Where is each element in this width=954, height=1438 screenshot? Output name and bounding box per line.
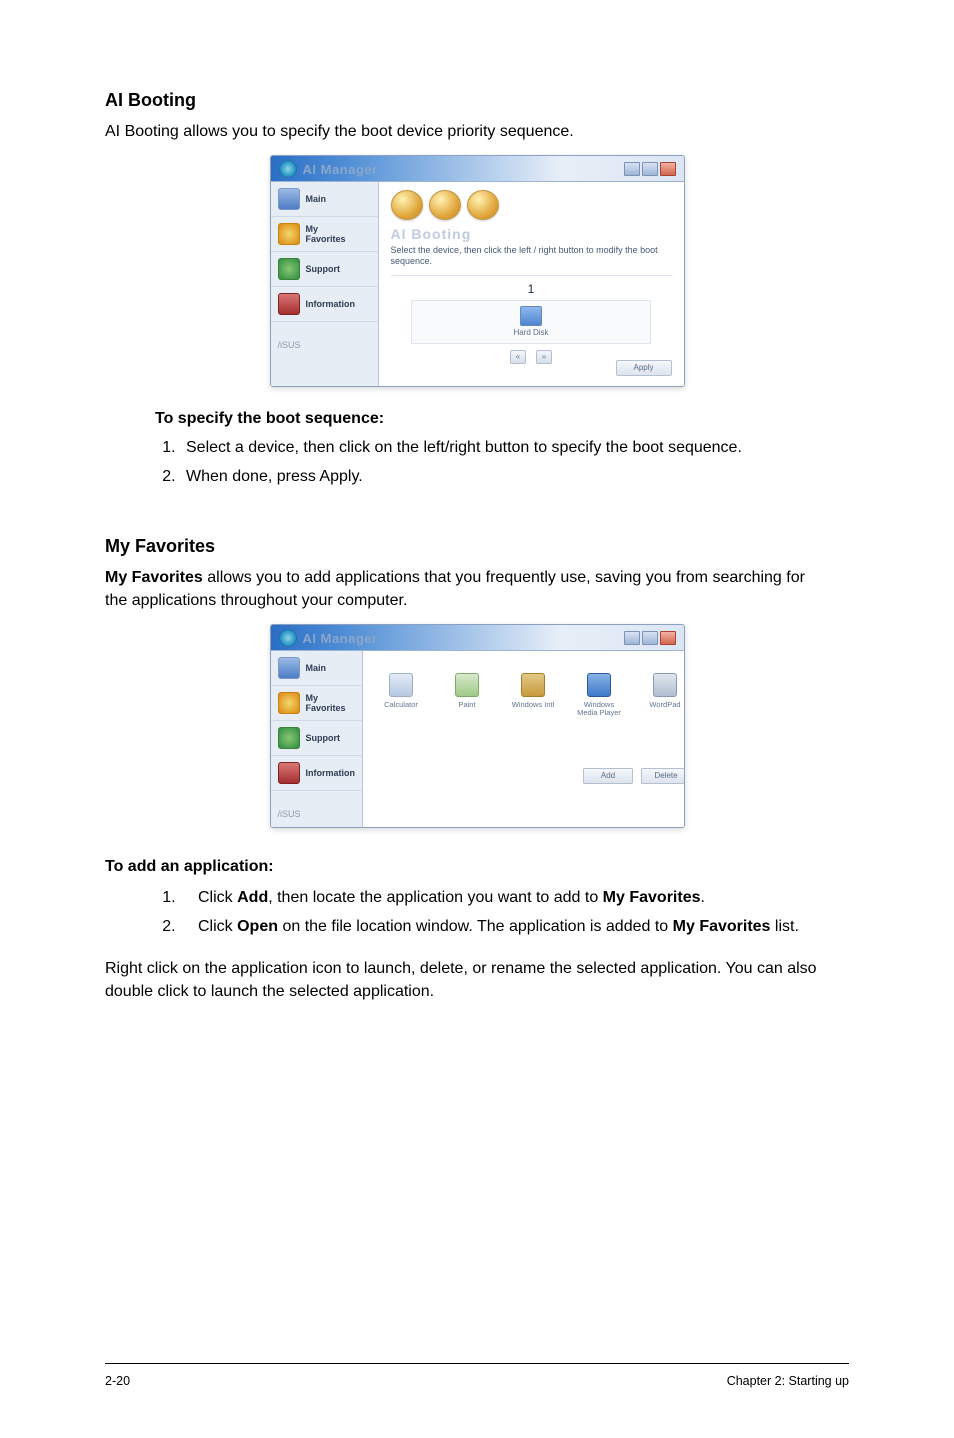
move-left-button[interactable]: « — [510, 350, 526, 364]
sidebar-item-label: My Favorites — [306, 693, 356, 713]
ai-manager-window-1: AI Manager Main MyFavorites — [270, 155, 685, 387]
window-titlebar[interactable]: AI Manager — [271, 156, 684, 181]
list-item: When done, press Apply. — [180, 465, 849, 488]
paint-icon — [455, 673, 479, 697]
information-icon — [278, 293, 300, 315]
apply-button[interactable]: Apply — [616, 360, 672, 376]
my-favorites-intro: My Favorites allows you to add applicati… — [105, 567, 849, 612]
support-icon — [278, 727, 300, 749]
wmp-icon — [587, 673, 611, 697]
ai-manager-logo-icon — [279, 160, 297, 178]
main-icon — [278, 657, 300, 679]
windows-intl-icon — [521, 673, 545, 697]
list-item: Select a device, then click on the left/… — [180, 436, 849, 459]
sidebar-item-label: MyFavorites — [306, 224, 346, 244]
add-app-subheading: To add an application: — [105, 858, 849, 876]
sidebar-item-label: Information — [306, 768, 356, 778]
ai-booting-heading: AI Booting — [105, 90, 849, 111]
wordpad-icon — [653, 673, 677, 697]
list-item: Click Open on the file location window. … — [180, 915, 849, 938]
ai-booting-intro: AI Booting allows you to specify the boo… — [105, 121, 849, 143]
sidebar-item-support[interactable]: Support — [271, 252, 378, 287]
boot-steps-list: Select a device, then click on the left/… — [145, 436, 849, 488]
sidebar-item-label: Information — [306, 299, 356, 309]
favorite-item-wmp[interactable]: Windows Media Player — [577, 673, 621, 718]
page-number: 2-20 — [105, 1374, 130, 1388]
panel-desc: Select the device, then click the left /… — [391, 245, 672, 267]
sidebar-item-information[interactable]: Information — [271, 287, 378, 322]
ai-manager-window-2: AI Manager Main My Favorites — [270, 624, 685, 828]
sidebar-item-label: Support — [306, 733, 341, 743]
calculator-icon — [389, 673, 413, 697]
window-title: AI Manager — [303, 631, 378, 646]
maximize-button[interactable] — [642, 162, 658, 176]
main-icon — [278, 188, 300, 210]
favorite-label: Paint — [445, 701, 489, 709]
ai-booting-screenshot: AI Manager Main MyFavorites — [105, 155, 849, 392]
sidebar-item-label: Main — [306, 663, 327, 673]
boot-device-slot[interactable]: Hard Disk — [411, 300, 651, 344]
sidebar-item-main[interactable]: Main — [271, 651, 363, 686]
favorite-item-paint[interactable]: Paint — [445, 673, 489, 718]
favorites-icon — [278, 223, 300, 245]
hard-disk-icon — [520, 306, 542, 326]
window-sidebar: Main My Favorites Support Information /i… — [271, 651, 364, 827]
minimize-button[interactable] — [624, 631, 640, 645]
sidebar-item-main[interactable]: Main — [271, 182, 378, 217]
favorites-icon — [278, 692, 300, 714]
sidebar-item-favorites[interactable]: My Favorites — [271, 686, 363, 721]
page-footer: 2-20 Chapter 2: Starting up — [105, 1363, 849, 1388]
favorite-item-wordpad[interactable]: WordPad — [643, 673, 685, 718]
close-button[interactable] — [660, 631, 676, 645]
list-item: Click Add, then locate the application y… — [180, 886, 849, 909]
my-favorites-heading: My Favorites — [105, 536, 849, 557]
favorite-label: Windows Media Player — [577, 701, 621, 718]
ai-manager-logo-icon — [279, 629, 297, 647]
boot-priority-number: 1 — [391, 282, 672, 296]
favorite-item-calculator[interactable]: Calculator — [379, 673, 423, 718]
sidebar-item-label: Main — [306, 194, 327, 204]
boot-sequence-subheading: To specify the boot sequence: — [155, 410, 849, 428]
information-icon — [278, 762, 300, 784]
close-button[interactable] — [660, 162, 676, 176]
sidebar-item-information[interactable]: Information — [271, 756, 363, 791]
sidebar-item-support[interactable]: Support — [271, 721, 363, 756]
boot-device-label: Hard Disk — [513, 328, 548, 337]
my-favorites-screenshot: AI Manager Main My Favorites — [105, 624, 849, 833]
closing-paragraph: Right click on the application icon to l… — [105, 957, 849, 1003]
window-titlebar[interactable]: AI Manager — [271, 625, 684, 650]
favorite-label: Calculator — [379, 701, 423, 709]
maximize-button[interactable] — [642, 631, 658, 645]
brand-logo: /iSUS — [271, 322, 378, 358]
toolbar-orb-1-icon[interactable] — [391, 190, 423, 220]
panel-heading: AI Booting — [391, 226, 672, 242]
sidebar-item-label: Support — [306, 264, 341, 274]
window-sidebar: Main MyFavorites Support Information /iS… — [271, 182, 379, 386]
window-title: AI Manager — [303, 162, 378, 177]
favorite-label: Windows Intl — [511, 701, 555, 709]
favorite-label: WordPad — [643, 701, 685, 709]
sidebar-item-favorites[interactable]: MyFavorites — [271, 217, 378, 252]
toolbar-orb-2-icon[interactable] — [429, 190, 461, 220]
add-app-steps-list: Click Add, then locate the application y… — [145, 886, 849, 938]
chapter-label: Chapter 2: Starting up — [727, 1374, 849, 1388]
favorite-item-windows-intl[interactable]: Windows Intl — [511, 673, 555, 718]
brand-logo: /iSUS — [271, 791, 363, 827]
minimize-button[interactable] — [624, 162, 640, 176]
add-button[interactable]: Add — [583, 768, 633, 784]
toolbar-orb-3-icon[interactable] — [467, 190, 499, 220]
delete-button[interactable]: Delete — [641, 768, 685, 784]
support-icon — [278, 258, 300, 280]
move-right-button[interactable]: » — [536, 350, 552, 364]
